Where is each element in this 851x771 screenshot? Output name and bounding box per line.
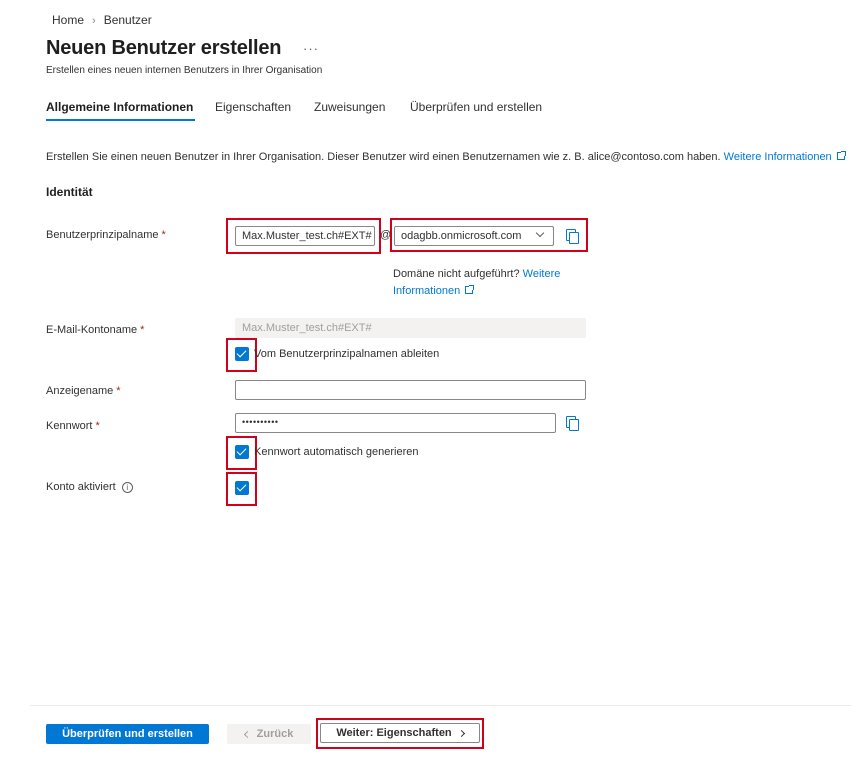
copy-icon[interactable] [566,229,579,244]
account-enabled-checkbox[interactable] [235,481,249,495]
tab-zuweisungen[interactable]: Zuweisungen [314,100,385,114]
back-button: Zurück [227,724,311,744]
upn-input[interactable]: Max.Muster_test.ch#EXT# [235,226,375,246]
required-marker: * [116,385,121,397]
password-label: Kennwort * [46,420,100,432]
password-label-text: Kennwort [46,420,93,432]
display-name-input[interactable] [235,380,586,400]
next-button-label[interactable]: Weiter: Eigenschaften [336,727,451,739]
domain-hint-link-part-2[interactable]: Informationen [393,285,460,297]
tab-ueberpruefen-und-erstellen[interactable]: Überprüfen und erstellen [410,100,542,114]
chevron-right-icon: › [92,15,96,27]
domain-select[interactable]: odagbb.onmicrosoft.com [394,226,554,246]
mail-input: Max.Muster_test.ch#EXT# [235,318,586,338]
account-enabled-label: Konto aktiviert i [46,481,133,493]
external-link-icon [465,285,475,294]
required-marker: * [161,229,166,241]
mail-label: E-Mail-Kontoname * [46,324,144,336]
upn-label: Benutzerprinzipalname * [46,229,166,241]
chevron-left-icon [243,730,251,738]
breadcrumb: Home › Benutzer [52,13,152,27]
page-subtitle: Erstellen eines neuen internen Benutzers… [46,65,323,76]
password-input[interactable]: •••••••••• [235,413,556,433]
derive-from-upn-checkbox[interactable] [235,347,249,361]
next-properties-button[interactable]: Weiter: Eigenschaften [320,723,480,743]
review-create-button[interactable]: Überprüfen und erstellen [46,724,209,744]
back-button-label: Zurück [256,728,294,740]
intro-description: Erstellen Sie einen neuen Benutzer in Ih… [46,151,721,163]
derive-from-upn-label[interactable]: Vom Benutzerprinzipalnamen ableiten [254,348,439,360]
more-options-icon[interactable]: ··· [303,41,319,56]
mail-label-text: E-Mail-Kontoname [46,324,138,336]
info-icon[interactable]: i [121,482,133,493]
domain-select-value: odagbb.onmicrosoft.com [401,230,522,242]
domain-hint-text: Domäne nicht aufgeführt? [393,268,520,280]
tab-allgemeine-informationen[interactable]: Allgemeine Informationen [46,100,193,114]
display-name-label: Anzeigename * [46,385,121,397]
tab-eigenschaften[interactable]: Eigenschaften [215,100,291,114]
required-marker: * [95,420,100,432]
display-name-label-text: Anzeigename [46,385,114,397]
domain-hint: Domäne nicht aufgeführt? Weitere Informa… [393,266,583,300]
auto-generate-password-label[interactable]: Kennwort automatisch generieren [254,446,418,458]
intro-text: Erstellen Sie einen neuen Benutzer in Ih… [46,151,846,163]
auto-generate-password-checkbox[interactable] [235,445,249,459]
breadcrumb-benutzer[interactable]: Benutzer [104,13,152,27]
chevron-right-icon [457,729,465,737]
required-marker: * [140,324,145,336]
learn-more-link-label[interactable]: Weitere Informationen [724,151,832,163]
section-title-identity: Identität [46,185,93,199]
footer-divider [30,705,851,706]
learn-more-link[interactable]: Weitere Informationen [724,151,846,163]
active-tab-indicator [46,119,195,121]
page-title: Neuen Benutzer erstellen [46,37,282,59]
breadcrumb-home[interactable]: Home [52,13,84,27]
copy-icon[interactable] [566,416,579,431]
upn-label-text: Benutzerprinzipalname [46,229,159,241]
account-enabled-label-text: Konto aktiviert [46,481,116,493]
domain-hint-link-part-1[interactable]: Weitere [523,268,561,280]
external-link-icon [836,151,846,160]
